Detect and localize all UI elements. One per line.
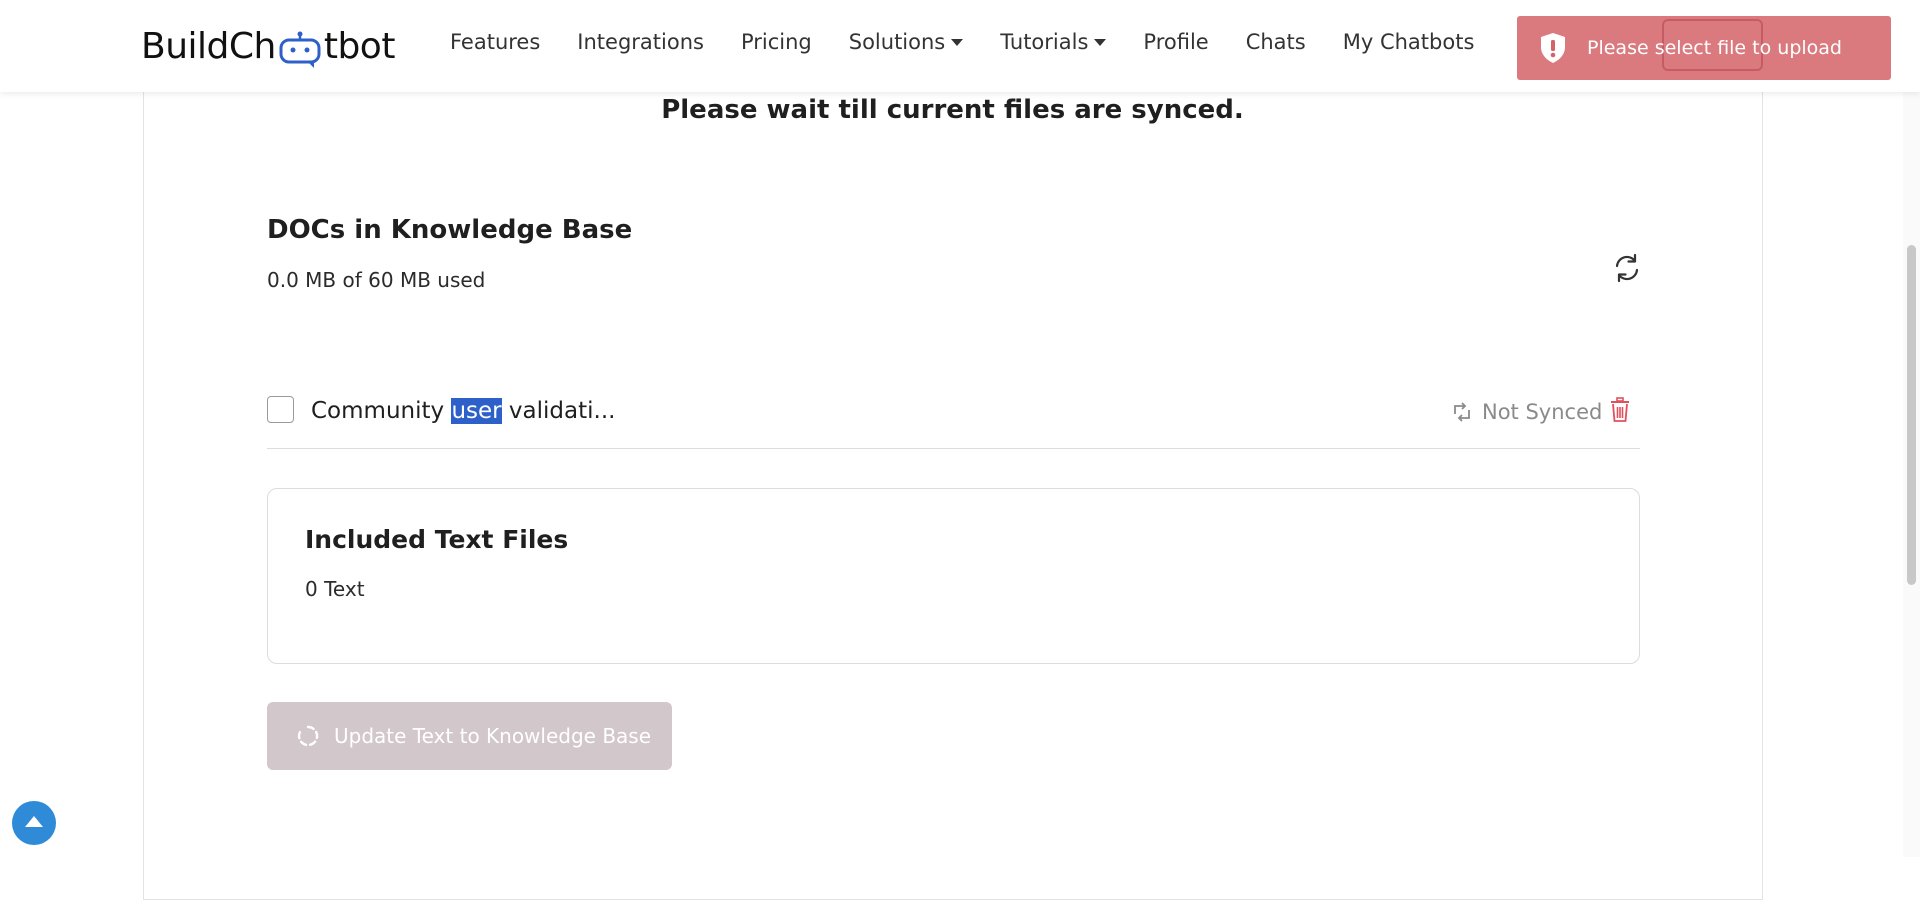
sync-wait-message: Please wait till current files are synce… [661,95,1244,125]
nav-features[interactable]: Features [450,30,540,54]
document-checkbox[interactable] [267,396,294,423]
document-name[interactable]: Community user validati... [311,398,615,424]
knowledge-base-card [143,60,1763,900]
error-toast[interactable]: Please select file to upload [1517,16,1891,80]
update-text-button-label: Update Text to Knowledge Base [334,724,652,748]
nav-solutions-label: Solutions [848,30,946,54]
sync-icon [1454,402,1470,422]
document-name-selected-text: user [451,398,502,424]
document-name-start: Community [311,398,452,424]
nav-my-chatbots[interactable]: My Chatbots [1343,30,1475,54]
sync-status-label: Not Synced [1482,400,1603,424]
logo-text-left: BuildCh [141,25,276,67]
scroll-to-top-button[interactable] [12,801,56,845]
nav-links: Features Integrations Pricing Solutions … [450,30,1511,54]
nav-profile-label: Profile [1143,30,1209,54]
nav-my-chatbots-label: My Chatbots [1342,30,1475,54]
chevron-down-icon [1094,38,1107,46]
loading-spinner-icon [297,725,319,747]
nav-integrations-label: Integrations [577,30,704,54]
chatbot-logo-icon [278,31,322,68]
update-text-button[interactable]: Update Text to Knowledge Base [267,702,672,770]
refresh-icon[interactable] [1612,253,1642,283]
buildchatbot-logo[interactable]: BuildCh tbot [141,22,395,70]
chevron-down-icon [951,38,964,46]
text-files-count: 0 Text [305,577,365,601]
docs-section-title: DOCs in Knowledge Base [267,215,633,245]
text-files-title: Included Text Files [305,525,569,554]
scrollbar-thumb[interactable] [1907,245,1916,585]
nav-chats[interactable]: Chats [1246,30,1306,54]
nav-tutorials-label: Tutorials [1000,30,1089,54]
nav-chats-label: Chats [1245,30,1306,54]
document-row: Community user validati... Not Synced [267,388,1640,449]
storage-usage: 0.0 MB of 60 MB used [267,268,486,292]
shield-exclamation-icon [1541,33,1565,63]
nav-pricing-label: Pricing [740,30,812,54]
toast-message: Please select file to upload [1587,37,1842,59]
nav-pricing[interactable]: Pricing [741,30,812,54]
nav-solutions-dropdown[interactable]: Solutions [849,30,964,54]
logo-text-right: tbot [323,25,396,67]
nav-features-label: Features [450,30,541,54]
nav-tutorials-dropdown[interactable]: Tutorials [1000,30,1107,54]
trash-icon[interactable] [1609,397,1631,423]
arrow-up-icon [25,816,43,827]
nav-profile[interactable]: Profile [1143,30,1208,54]
nav-integrations[interactable]: Integrations [577,30,704,54]
document-sync-status: Not Synced [1452,400,1602,424]
included-text-files-panel: Included Text Files 0 Text [267,488,1640,664]
document-name-end: validati... [501,398,616,424]
